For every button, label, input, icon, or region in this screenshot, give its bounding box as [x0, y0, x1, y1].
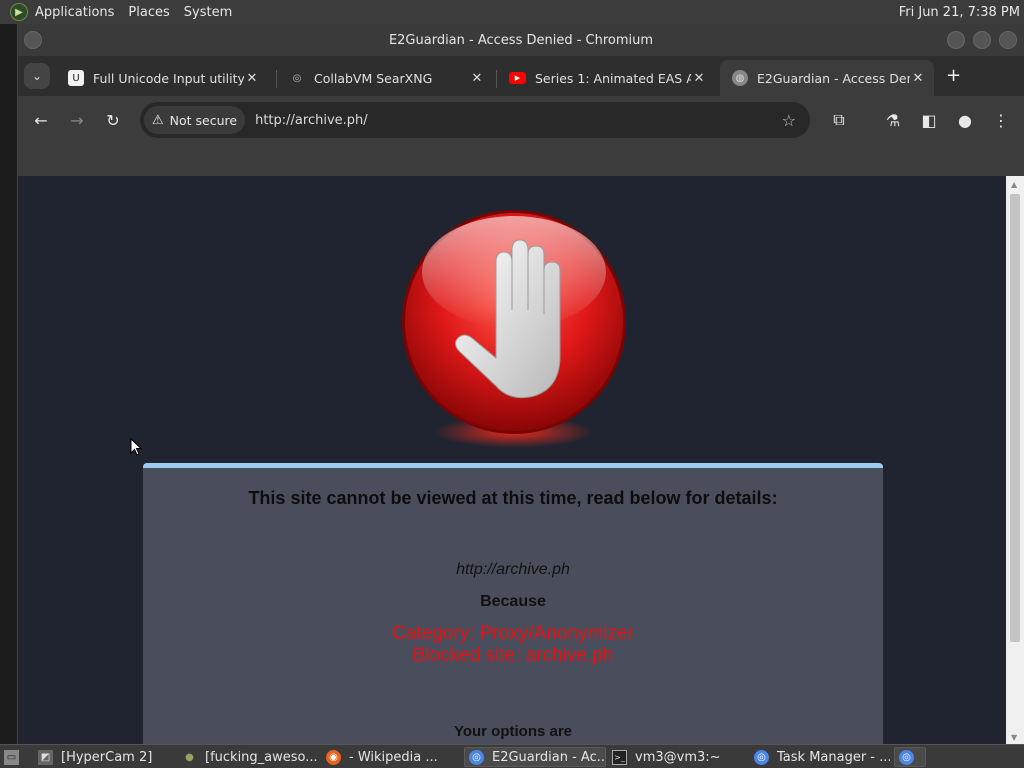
taskbar-item-wikipedia[interactable]: ◉ - Wikipedia ...	[322, 747, 462, 767]
extensions-icon[interactable]: ⧉	[828, 109, 850, 131]
maximize-icon[interactable]	[973, 31, 991, 49]
address-bar[interactable]: ⚠ Not secure http://archive.ph/ ☆	[140, 102, 810, 138]
browser-toolbar: ← → ↻ ⚠ Not secure http://archive.ph/ ☆ …	[18, 96, 1024, 144]
desktop-icon: ▭	[4, 749, 19, 765]
site-info-button[interactable]: ⚠ Not secure	[144, 106, 246, 134]
app-icon: ●	[185, 751, 194, 763]
close-icon[interactable]: ✕	[910, 71, 926, 86]
reload-icon[interactable]: ↻	[102, 109, 124, 131]
clock[interactable]: Fri Jun 21, 7:38 PM	[899, 5, 1024, 20]
blocked-url: http://archive.ph	[456, 561, 570, 578]
denied-panel: This site cannot be viewed at this time,…	[143, 463, 883, 744]
bookmark-bar	[18, 144, 1024, 176]
close-icon[interactable]: ✕	[469, 71, 485, 86]
profile-icon[interactable]: ●	[954, 109, 976, 131]
page-content: This site cannot be viewed at this time,…	[18, 176, 1006, 744]
close-window-icon[interactable]	[999, 31, 1017, 49]
window-title: E2Guardian - Access Denied - Chromium	[388, 32, 654, 48]
tab-youtube[interactable]: ▶ Series 1: Animated EAS Al ✕	[497, 60, 715, 96]
mouse-cursor-icon	[130, 438, 142, 456]
blocked-site-reason: Blocked site: archive.ph	[412, 645, 614, 666]
taskbar-item-label: Task Manager - ...	[777, 749, 890, 765]
taskbar-item-label: vm3@vm3:~	[635, 749, 721, 765]
window-titlebar[interactable]: E2Guardian - Access Denied - Chromium	[18, 24, 1024, 56]
page-scrollbar[interactable]: ▲ ▼	[1006, 176, 1024, 744]
desktop-edge	[0, 24, 18, 744]
chromium-icon: ◎	[754, 749, 769, 765]
warning-icon: ⚠	[152, 112, 164, 128]
tab-search-button[interactable]: ⌄	[24, 63, 50, 89]
forward-icon[interactable]: →	[66, 109, 88, 131]
chromium-icon: ◎	[899, 749, 914, 765]
taskbar-item-e2guardian[interactable]: ◎ E2Guardian - Ac...	[464, 747, 606, 767]
searxng-favicon-icon: ◎	[292, 72, 302, 84]
taskbar: ▭ ◩ [HyperCam 2] ● [fucking_aweso... ◉ -…	[0, 744, 1024, 768]
side-panel-icon[interactable]: ◧	[918, 109, 940, 131]
taskbar-item-label: E2Guardian - Ac...	[492, 749, 606, 765]
tab-unicode[interactable]: U Full Unicode Input utility ✕	[56, 60, 268, 96]
taskbar-item-label: - Wikipedia ...	[349, 749, 438, 765]
system-menu[interactable]: System	[177, 5, 239, 20]
top-panel: ▶ Applications Places System Fri Jun 21,…	[0, 0, 1024, 24]
url-text[interactable]: http://archive.ph/	[255, 113, 368, 128]
tab-strip: ⌄ U Full Unicode Input utility ✕ ◎ Colla…	[18, 56, 1024, 96]
close-icon[interactable]: ✕	[691, 71, 707, 86]
taskbar-item-label: [fucking_aweso...	[205, 749, 318, 765]
unicode-favicon-icon: U	[68, 70, 84, 86]
scrollbar-thumb[interactable]	[1010, 194, 1020, 642]
taskbar-item-app[interactable]: ● [fucking_aweso...	[178, 747, 318, 767]
close-icon[interactable]: ✕	[244, 71, 260, 86]
youtube-favicon-icon: ▶	[509, 72, 526, 84]
places-menu[interactable]: Places	[121, 5, 176, 20]
distro-logo-icon[interactable]: ▶	[10, 3, 28, 21]
security-label: Not secure	[169, 112, 238, 128]
tab-e2guardian[interactable]: ◍ E2Guardian - Access Deni ✕	[720, 60, 934, 96]
taskbar-item-taskmanager[interactable]: ◎ Task Manager - ...	[750, 747, 890, 767]
menu-kebab-icon[interactable]: ⋮	[990, 109, 1012, 131]
bookmark-star-icon[interactable]: ☆	[782, 111, 796, 130]
taskbar-item-chromium-small[interactable]: ◎	[894, 747, 926, 767]
tab-searxng[interactable]: ◎ CollabVM SearXNG ✕	[277, 60, 493, 96]
browser-window: E2Guardian - Access Denied - Chromium ⌄ …	[18, 24, 1024, 744]
scroll-up-icon[interactable]: ▲	[1011, 180, 1017, 189]
stop-hand-icon	[402, 210, 626, 448]
applications-menu[interactable]: Applications	[28, 5, 121, 20]
minimize-icon[interactable]	[947, 31, 965, 49]
taskbar-item-hypercam[interactable]: ◩ [HyperCam 2]	[34, 747, 174, 767]
taskbar-item-terminal[interactable]: >_ vm3@vm3:~	[608, 747, 748, 767]
terminal-icon: >_	[612, 749, 627, 765]
block-reason: Category: Proxy/Anonymizer Blocked site:…	[143, 623, 883, 667]
new-tab-icon[interactable]: +	[946, 65, 961, 86]
hypercam-icon: ◩	[38, 749, 53, 765]
firefox-icon: ◉	[326, 749, 341, 765]
category-reason: Category: Proxy/Anonymizer	[392, 623, 634, 644]
labs-flask-icon[interactable]: ⚗	[882, 109, 904, 131]
back-icon[interactable]: ←	[30, 109, 52, 131]
options-heading: Your options are	[453, 723, 573, 740]
tab-label: E2Guardian - Access Deni	[757, 70, 910, 86]
page-title: This site cannot be viewed at this time,…	[248, 488, 778, 508]
show-desktop-button[interactable]: ▭	[2, 747, 24, 767]
scroll-down-icon[interactable]: ▼	[1011, 733, 1017, 742]
chromium-icon: ◎	[469, 749, 484, 765]
tab-label: Series 1: Animated EAS Al	[535, 70, 691, 86]
window-menu-icon[interactable]	[24, 31, 42, 49]
tab-label: CollabVM SearXNG	[314, 70, 433, 86]
globe-favicon-icon: ◍	[732, 70, 748, 86]
taskbar-item-label: [HyperCam 2]	[61, 749, 153, 765]
tab-label: Full Unicode Input utility	[93, 70, 244, 86]
because-label: Because	[480, 593, 546, 610]
